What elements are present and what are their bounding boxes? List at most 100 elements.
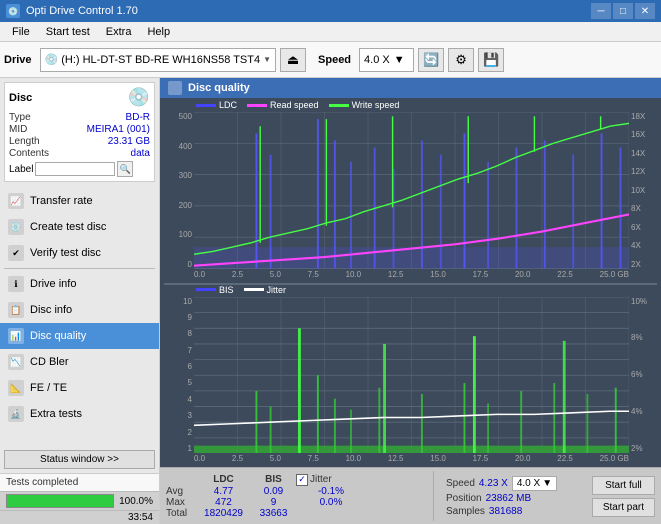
stats-header-ldc: LDC xyxy=(196,474,251,485)
disc-mid-value: MEIRA1 (001) xyxy=(87,124,150,135)
minimize-button[interactable]: ─ xyxy=(591,3,611,19)
drive-info-icon: ℹ xyxy=(8,276,24,292)
speed-select-value: 4.0 X xyxy=(517,478,540,489)
menu-bar: File Start test Extra Help xyxy=(0,22,661,42)
disc-length-label: Length xyxy=(9,136,40,147)
disc-panel-icon: 💿 xyxy=(128,87,150,108)
chart1-area: 500 400 300 200 100 0 xyxy=(164,112,657,281)
chart2-y-axis-left: 10 9 8 7 6 5 4 3 2 1 xyxy=(164,297,194,466)
disc-mid-row: MID MEIRA1 (001) xyxy=(9,124,150,135)
chart2-legend: BIS Jitter xyxy=(164,285,657,295)
action-buttons: Start full Start part xyxy=(592,476,655,517)
max-jitter: 0.0% xyxy=(296,497,366,508)
main-layout: Disc 💿 Type BD-R MID MEIRA1 (001) Length… xyxy=(0,78,661,524)
samples-value: 381688 xyxy=(489,506,522,517)
eject-button[interactable]: ⏏ xyxy=(280,48,306,72)
sidebar-item-drive-info[interactable]: ℹ Drive info xyxy=(0,271,159,297)
status-text: Tests completed xyxy=(6,477,78,488)
avg-jitter: -0.1% xyxy=(296,486,366,497)
speed-position-section: Speed 4.23 X 4.0 X ▼ Position 23862 MB S… xyxy=(446,476,557,517)
verify-test-disc-icon: ✔ xyxy=(8,245,24,261)
speed-select-stat[interactable]: 4.0 X ▼ xyxy=(512,476,557,491)
close-button[interactable]: ✕ xyxy=(635,3,655,19)
read-speed-legend-label: Read speed xyxy=(270,100,319,110)
speed-select[interactable]: 4.0 X ▼ xyxy=(359,48,414,72)
save-button[interactable]: 💾 xyxy=(478,48,504,72)
disc-label-input[interactable] xyxy=(35,162,115,176)
max-bis: 9 xyxy=(251,497,296,508)
disc-label-label: Label xyxy=(9,164,33,175)
ldc-legend-color xyxy=(196,104,216,107)
chart1-legend: LDC Read speed Write speed xyxy=(164,100,657,110)
sidebar-item-label-cd-bler: CD Bler xyxy=(30,356,69,368)
sidebar-item-transfer-rate[interactable]: 📈 Transfer rate xyxy=(0,188,159,214)
drive-label: Drive xyxy=(4,54,32,66)
disc-quality-header-icon xyxy=(168,81,182,95)
menu-extra[interactable]: Extra xyxy=(98,24,140,40)
bis-legend-color xyxy=(196,288,216,291)
start-part-button[interactable]: Start part xyxy=(592,498,655,517)
sidebar-item-label-disc-info: Disc info xyxy=(30,304,72,316)
sidebar-item-disc-info[interactable]: 📋 Disc info xyxy=(0,297,159,323)
jitter-checkbox[interactable]: ✓ xyxy=(296,474,308,486)
avg-bis: 0.09 xyxy=(251,486,296,497)
disc-quality-icon: 📊 xyxy=(8,328,24,344)
total-label: Total xyxy=(166,508,196,519)
sidebar-item-extra-tests[interactable]: 🔬 Extra tests xyxy=(0,401,159,427)
sidebar-item-create-test-disc[interactable]: 💿 Create test disc xyxy=(0,214,159,240)
total-bis: 33663 xyxy=(251,508,296,519)
drive-value: (H:) HL-DT-ST BD-RE WH16NS58 TST4 xyxy=(61,54,260,66)
menu-start-test[interactable]: Start test xyxy=(38,24,98,40)
sidebar-item-fe-te[interactable]: 📐 FE / TE xyxy=(0,375,159,401)
disc-contents-row: Contents data xyxy=(9,148,150,159)
charts-area: LDC Read speed Write speed 500 xyxy=(160,98,661,467)
sidebar-item-label-transfer-rate: Transfer rate xyxy=(30,195,93,207)
disc-label-button[interactable]: 🔍 xyxy=(117,161,133,177)
sidebar-item-disc-quality[interactable]: 📊 Disc quality xyxy=(0,323,159,349)
speed-label-stat: Speed xyxy=(446,478,475,489)
disc-contents-label: Contents xyxy=(9,148,49,159)
menu-file[interactable]: File xyxy=(4,24,38,40)
disc-info-icon: 📋 xyxy=(8,302,24,318)
jitter-legend-item: Jitter xyxy=(244,285,287,295)
refresh-button[interactable]: 🔄 xyxy=(418,48,444,72)
chart1-svg xyxy=(194,112,629,269)
avg-label: Avg xyxy=(166,486,196,497)
write-speed-legend-label: Write speed xyxy=(352,100,400,110)
menu-help[interactable]: Help xyxy=(139,24,178,40)
disc-label-row: Label 🔍 xyxy=(9,161,150,177)
disc-contents-value: data xyxy=(131,148,150,159)
read-speed-legend-item: Read speed xyxy=(247,100,319,110)
stats-divider xyxy=(433,471,434,521)
drive-select[interactable]: 💿 (H:) HL-DT-ST BD-RE WH16NS58 TST4 ▼ xyxy=(40,48,276,72)
disc-type-value: BD-R xyxy=(126,112,150,123)
settings-button[interactable]: ⚙ xyxy=(448,48,474,72)
cd-bler-icon: 📉 xyxy=(8,354,24,370)
maximize-button[interactable]: □ xyxy=(613,3,633,19)
max-ldc: 472 xyxy=(196,497,251,508)
read-speed-legend-color xyxy=(247,104,267,107)
disc-quality-header: Disc quality xyxy=(160,78,661,98)
disc-panel-header: Disc 💿 xyxy=(9,87,150,108)
sidebar-item-verify-test-disc[interactable]: ✔ Verify test disc xyxy=(0,240,159,266)
title-bar-left: 💿 Opti Drive Control 1.70 xyxy=(6,4,138,18)
samples-label: Samples xyxy=(446,506,485,517)
chart2-container: BIS Jitter 10 9 8 7 6 xyxy=(164,285,657,468)
sidebar-item-label-disc-quality: Disc quality xyxy=(30,330,86,342)
sidebar-item-cd-bler[interactable]: 📉 CD Bler xyxy=(0,349,159,375)
status-window-button[interactable]: Status window >> xyxy=(4,450,155,469)
chart2-svg xyxy=(194,297,629,454)
chart1-y-axis-right: 18X 16X 14X 12X 10X 8X 6X 4X 2X xyxy=(629,112,657,281)
progress-bar-container xyxy=(6,494,114,508)
sidebar-item-label-create-test-disc: Create test disc xyxy=(30,221,106,233)
chart2-area: 10 9 8 7 6 5 4 3 2 1 xyxy=(164,297,657,466)
jitter-check-container: ✓ Jitter xyxy=(296,474,366,486)
ldc-legend-item: LDC xyxy=(196,100,237,110)
progress-bar-fill xyxy=(7,495,113,507)
total-ldc: 1820429 xyxy=(196,508,251,519)
app-title: Opti Drive Control 1.70 xyxy=(26,5,138,17)
start-full-button[interactable]: Start full xyxy=(592,476,655,495)
stats-header-bis: BIS xyxy=(251,474,296,485)
chart1-svg-container: 0.0 2.5 5.0 7.5 10.0 12.5 15.0 17.5 20.0… xyxy=(194,112,629,281)
extra-tests-icon: 🔬 xyxy=(8,406,24,422)
